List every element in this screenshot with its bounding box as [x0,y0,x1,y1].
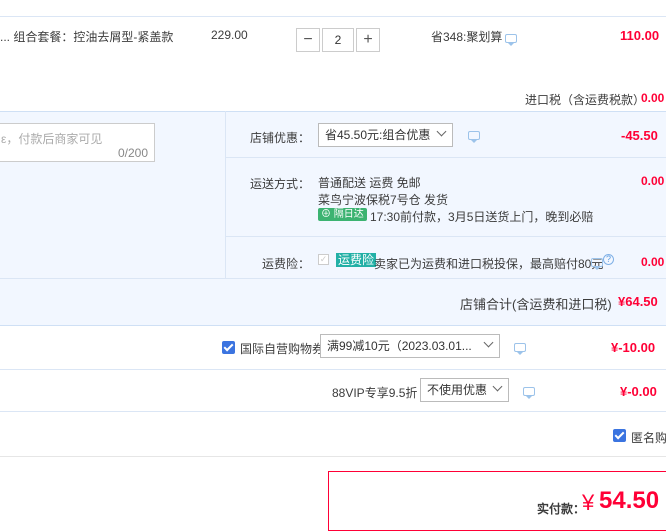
panel-divider [226,236,666,237]
message-counter: 0/200 [117,146,148,160]
insurance-text: 卖家已为运费和进口税投保，最高赔付80元 [374,257,604,271]
anonymous-label: 匿名购买 [631,431,666,445]
coupon-value: ¥-10.00 [611,340,656,355]
item-price: 229.00 [211,28,248,42]
payment-currency: ¥ [582,490,595,515]
panel-divider [0,278,666,279]
panel-divider [225,111,226,278]
insurance-checkbox: ✓ [318,254,329,265]
vip-selected: 不使用优惠 [427,383,488,397]
vip-select[interactable]: 不使用优惠 [420,378,509,402]
import-tax-label: 进口税（含运费税款） [525,93,646,107]
chat-icon[interactable] [591,258,603,270]
item-saving: 省348:聚划算 [431,30,503,44]
chevron-down-icon [436,126,447,137]
coupon-selected: 满99减10元（2023.03.01... [327,339,472,353]
shop-total-label: 店铺合计(含运费和进口税) [460,297,612,312]
panel-divider [226,157,666,158]
buyer-message-field[interactable]: ε，付款后商家可见 0/200 [0,123,155,162]
shop-discount-selected: 省45.50元:组合优惠 [325,128,431,142]
shop-total-value: ¥64.50 [618,294,658,309]
insurance-badge: 运费险 [336,253,377,267]
item-description[interactable]: ... 组合套餐：控油去屑型-紧盖款 [0,28,173,45]
shipping-label: 运送方式： [250,177,311,191]
quantity-minus-button[interactable]: − [296,28,320,52]
vip-value: ¥-0.00 [620,384,657,399]
import-tax-value: 0.00 [641,91,665,105]
shipping-warehouse: 菜鸟宁波保税7号仓 发货 [318,193,449,207]
chat-icon[interactable] [468,131,480,143]
chevron-down-icon [483,337,494,348]
coupon-select[interactable]: 满99减10元（2023.03.01... [320,334,500,358]
insurance-label: 运费险： [262,257,311,271]
coupon-label: 国际自营购物券 [240,342,325,356]
vip-label: 88VIP专享9.5折 [332,386,418,400]
delivery-promise: 17:30前付款，3月5日送货上门，晚到必赔 [370,210,594,224]
top-border [0,16,666,17]
chevron-down-icon [492,381,503,392]
chat-icon[interactable] [523,387,535,399]
coupon-checkbox[interactable] [222,341,235,354]
chat-icon[interactable] [514,343,526,355]
insurance-value: 0.00 [641,255,665,269]
chat-icon[interactable] [505,34,517,46]
row-divider [0,411,666,412]
payment-label: 实付款： [537,502,586,516]
buyer-message-placeholder: ε，付款后商家可见 [1,132,103,146]
payment-amount: 54.50 [599,487,660,514]
quantity-plus-button[interactable]: + [356,28,380,52]
row-divider [0,456,666,457]
shop-discount-value: -45.50 [621,128,658,143]
anonymous-checkbox[interactable] [613,429,626,442]
shipping-value: 0.00 [641,174,665,188]
item-subtotal: 110.00 [620,28,660,43]
row-divider [0,369,666,370]
shop-discount-select[interactable]: 省45.50元:组合优惠 [318,123,453,147]
next-day-badge: ⊕ 隔日达 [318,208,367,221]
shop-discount-label: 店铺优惠： [250,131,311,145]
help-icon[interactable]: ? [603,254,614,265]
shipping-method: 普通配送 运费 免邮 [318,176,421,190]
quantity-input[interactable]: 2 [322,28,354,52]
